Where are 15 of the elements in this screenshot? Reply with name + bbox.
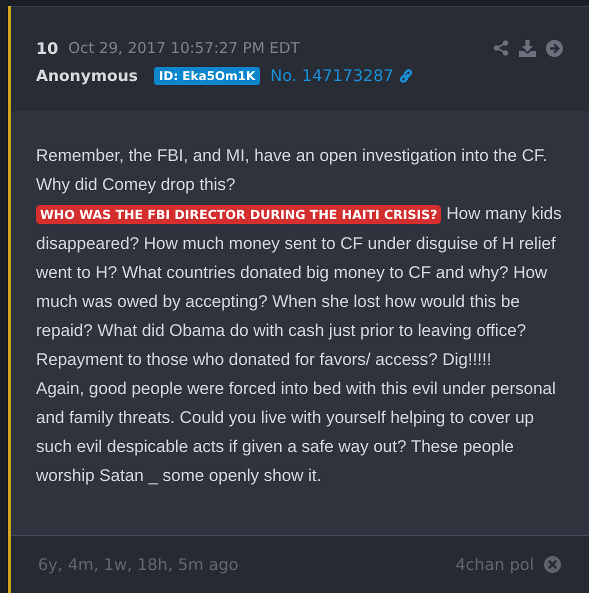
- poster-id-badge: ID: Eka5Om1K: [154, 66, 260, 84]
- author-name: Anonymous: [36, 66, 138, 84]
- post-text: Remember, the FBI, and MI, have an open investigation into the CF. Why did Comey drop this?: [36, 145, 548, 196]
- post-timestamp: Oct 29, 2017 10:57:27 PM EDT: [68, 39, 300, 57]
- download-icon[interactable]: [519, 40, 536, 56]
- post-number-link[interactable]: No. 147173287: [270, 66, 394, 85]
- arrow-right-icon[interactable]: [546, 40, 563, 56]
- share-icon[interactable]: [493, 40, 509, 56]
- post-text: Again, good people were forced into bed with this evil under personal and family threats. Could you live with yourself helping to cover up such evil despicable acts if given a safe way out? These people worship Satan _ some openly show it.: [36, 378, 557, 487]
- post-age: 6y, 4m, 1w, 18h, 5m ago: [38, 555, 238, 574]
- link-icon[interactable]: [398, 68, 414, 84]
- post-source: 4chan pol: [455, 555, 534, 574]
- close-icon[interactable]: [544, 556, 561, 573]
- post-text: WHO WAS THE FBI DIRECTOR DURING THE HAITI CRISIS? How many kids disappeared? How much money sent to CF under disguise of H relief went to H? What countries donated big money to CF and why? How much was owed by accepting? When she lost how would this be repaid? What did Obama do with cash just prior to leaving office? Repayment to those who donated for favors/ access? Dig!!!!!: [36, 203, 563, 371]
- post-number: 10: [36, 38, 58, 58]
